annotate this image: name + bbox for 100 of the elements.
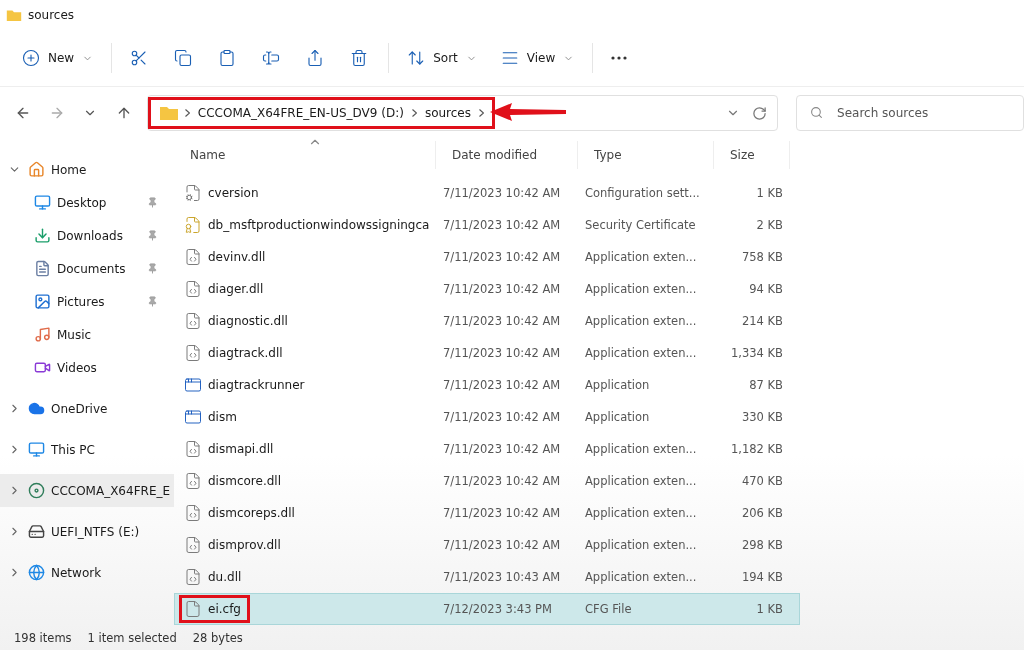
file-row[interactable]: db_msftproductionwindowssigningca 7/11/2023 10:42 AM Security Certificate 2 KB <box>174 209 800 241</box>
computer-icon <box>28 441 45 458</box>
sidebar-item[interactable]: Music <box>0 318 174 351</box>
lines-icon <box>500 49 519 67</box>
file-name: du.dll <box>208 570 242 584</box>
cloud-icon <box>28 400 45 417</box>
sidebar-item[interactable]: Desktop <box>0 186 174 219</box>
file-row[interactable]: diagtrack.dll 7/11/2023 10:42 AM Application exten... 1,334 KB <box>174 337 800 369</box>
column-header[interactable]: Size <box>714 141 790 169</box>
date-cell-text: 7/11/2023 10:42 AM <box>442 538 562 552</box>
column-header[interactable]: Type <box>578 141 714 169</box>
size-cell-text: 470 KB <box>740 474 784 488</box>
sidebar-item[interactable]: CCCOMA_X64FRE_E <box>0 474 174 507</box>
sidebar-item[interactable]: UEFI_NTFS (E:) <box>0 515 174 548</box>
address-bar[interactable]: CCCOMA_X64FRE_EN-US_DV9 (D:) sources <box>146 95 779 131</box>
network-icon <box>28 564 45 581</box>
status-text: 198 items <box>14 631 72 645</box>
sidebar-item[interactable]: OneDrive <box>0 392 174 425</box>
drive-icon <box>28 523 45 540</box>
file-name: diagtrackrunner <box>208 378 305 392</box>
file-row[interactable]: ei.cfg 7/12/2023 3:43 PM CFG File 1 KB <box>174 593 800 625</box>
date-cell-text: 7/12/2023 3:43 PM <box>442 602 553 616</box>
file-row[interactable]: diager.dll 7/11/2023 10:42 AM Application exten... 94 KB <box>174 273 800 305</box>
date-cell-text: 7/11/2023 10:42 AM <box>442 410 562 424</box>
dll-file-icon <box>184 536 202 554</box>
column-header[interactable]: Name <box>174 141 436 169</box>
sidebar-item[interactable]: Videos <box>0 351 174 384</box>
breadcrumb[interactable]: CCCOMA_X64FRE_EN-US_DV9 (D:) <box>195 106 406 120</box>
size-cell-text: 194 KB <box>740 570 784 584</box>
file-name: dismcore.dll <box>208 474 281 488</box>
file-row[interactable]: diagtrackrunner 7/11/2023 10:42 AM Application 87 KB <box>174 369 800 401</box>
new-icon <box>22 49 40 67</box>
folder-icon <box>6 8 22 22</box>
new-button[interactable]: New <box>12 40 104 76</box>
date-cell-text: 7/11/2023 10:42 AM <box>442 250 562 264</box>
size-cell-text: 330 KB <box>740 410 784 424</box>
picture-icon <box>34 293 51 310</box>
app-icon <box>184 376 202 394</box>
type-cell-text: Application exten... <box>584 506 698 520</box>
file-row[interactable]: dismcore.dll 7/11/2023 10:42 AM Application exten... 470 KB <box>174 465 800 497</box>
music-icon <box>34 326 51 343</box>
sidebar-item[interactable]: Home <box>0 153 174 186</box>
file-row[interactable]: dismcoreps.dll 7/11/2023 10:42 AM Application exten... 206 KB <box>174 497 800 529</box>
sidebar-item[interactable]: Downloads <box>0 219 174 252</box>
sidebar-item[interactable]: This PC <box>0 433 174 466</box>
file-name: dismapi.dll <box>208 442 274 456</box>
file-name: dism <box>208 410 237 424</box>
chevron-icon <box>184 109 190 117</box>
file-name: diagnostic.dll <box>208 314 288 328</box>
sidebar-item[interactable]: Documents <box>0 252 174 285</box>
date-cell-text: 7/11/2023 10:42 AM <box>442 442 562 456</box>
date-cell-text: 7/11/2023 10:42 AM <box>442 186 562 200</box>
column-header[interactable]: Date modified <box>436 141 578 169</box>
copy-icon <box>174 49 193 67</box>
breadcrumb[interactable]: sources <box>422 106 473 120</box>
view-button[interactable]: View <box>490 40 585 76</box>
status-text: 1 item selected <box>87 631 177 645</box>
type-cell-text: Application <box>584 410 651 424</box>
type-cell-text: Application exten... <box>584 282 698 296</box>
file-name: db_msftproductionwindowssigningca <box>208 218 430 232</box>
file-row[interactable]: dismapi.dll 7/11/2023 10:42 AM Application exten... 1,182 KB <box>174 433 800 465</box>
house-icon <box>28 161 45 178</box>
file-row[interactable]: dismprov.dll 7/11/2023 10:42 AM Application exten... 298 KB <box>174 529 800 561</box>
size-cell-text: 94 KB <box>748 282 784 296</box>
file-row[interactable]: diagnostic.dll 7/11/2023 10:42 AM Application exten... 214 KB <box>174 305 800 337</box>
size-cell-text: 1,334 KB <box>730 346 784 360</box>
type-cell-text: CFG File <box>584 602 633 616</box>
window-title: sources <box>28 8 75 22</box>
date-cell-text: 7/11/2023 10:42 AM <box>442 506 562 520</box>
dll-file-icon <box>184 248 202 266</box>
size-cell-text: 1,182 KB <box>730 442 784 456</box>
date-cell-text: 7/11/2023 10:42 AM <box>442 474 562 488</box>
date-cell-text: 7/11/2023 10:42 AM <box>442 314 562 328</box>
file-name: devinv.dll <box>208 250 266 264</box>
share-icon <box>306 49 325 67</box>
file-name: diager.dll <box>208 282 264 296</box>
size-cell-text: 1 KB <box>755 186 784 200</box>
type-cell-text: Application exten... <box>584 346 698 360</box>
file-row[interactable]: du.dll 7/11/2023 10:43 AM Application exten... 194 KB <box>174 561 800 593</box>
type-cell-text: Application exten... <box>584 474 698 488</box>
size-cell-text: 758 KB <box>740 250 784 264</box>
file-row[interactable]: dism 7/11/2023 10:42 AM Application 330 KB <box>174 401 800 433</box>
more-icon <box>611 56 628 60</box>
file-row[interactable]: devinv.dll 7/11/2023 10:42 AM Application exten... 758 KB <box>174 241 800 273</box>
config-file-icon <box>184 184 202 202</box>
download-icon <box>34 227 51 244</box>
sidebar-item[interactable]: Network <box>0 556 174 589</box>
dll-file-icon <box>184 472 202 490</box>
certificate-icon <box>184 216 202 234</box>
sort-button[interactable]: Sort <box>397 40 487 76</box>
date-cell-text: 7/11/2023 10:42 AM <box>442 378 562 392</box>
size-cell-text: 2 KB <box>755 218 784 232</box>
file-row[interactable]: cversion 7/11/2023 10:42 AM Configuration sett... 1 KB <box>174 177 800 209</box>
type-cell-text: Application exten... <box>584 538 698 552</box>
sidebar-item[interactable]: Pictures <box>0 285 174 318</box>
dll-file-icon <box>184 504 202 522</box>
refresh-icon[interactable] <box>752 105 768 121</box>
dll-file-icon <box>184 440 202 458</box>
dll-file-icon <box>184 344 202 362</box>
search-field[interactable]: Search sources <box>796 95 1024 131</box>
